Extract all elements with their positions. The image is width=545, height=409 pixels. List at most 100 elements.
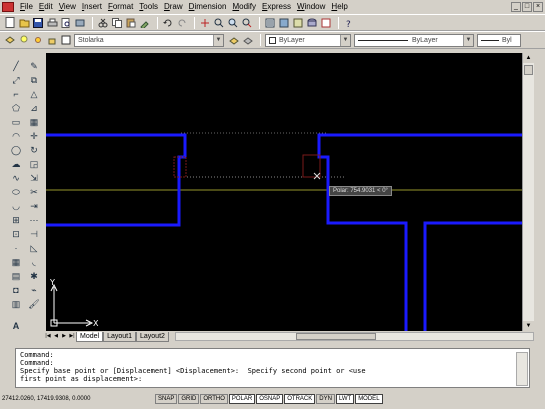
last-tab-icon[interactable]: ▶|: [68, 332, 76, 341]
menu-file[interactable]: File: [17, 0, 36, 14]
menu-help[interactable]: Help: [328, 0, 350, 14]
otrack-toggle[interactable]: OTRACK: [284, 393, 316, 404]
drawing-canvas[interactable]: Y X Polar: 754.9031 < 0°: [46, 53, 522, 331]
copy-object-icon[interactable]: ⧉: [28, 74, 40, 86]
lwt-toggle[interactable]: LWT: [335, 393, 355, 404]
markup-icon[interactable]: [320, 17, 332, 29]
trim-icon[interactable]: ✂: [28, 186, 40, 198]
paste-icon[interactable]: [125, 17, 137, 29]
ortho-toggle[interactable]: ORTHO: [200, 393, 228, 404]
redo-icon[interactable]: [176, 17, 188, 29]
tab-layout2[interactable]: Layout2: [136, 331, 169, 342]
construction-line-icon[interactable]: ⤢: [10, 74, 22, 86]
line-icon[interactable]: ╱: [10, 60, 22, 72]
scroll-up-icon[interactable]: ▲: [523, 53, 534, 63]
fillet-icon[interactable]: ◟: [28, 256, 40, 268]
menu-tools[interactable]: Tools: [136, 0, 161, 14]
ellipse-arc-icon[interactable]: ◡: [10, 200, 22, 212]
preview-icon[interactable]: [60, 17, 72, 29]
zoom-realtime-icon[interactable]: [213, 17, 225, 29]
rectangle-icon[interactable]: ▭: [10, 116, 22, 128]
command-scrollbar[interactable]: [516, 352, 528, 386]
coordinates-readout[interactable]: 27412.0260, 17419.9308, 0.0000: [0, 396, 155, 402]
menu-insert[interactable]: Insert: [79, 0, 105, 14]
revcloud-icon[interactable]: ☁: [10, 158, 22, 170]
grid-toggle[interactable]: GRID: [178, 393, 200, 404]
command-prompt[interactable]: first point as displacement>:: [20, 375, 525, 383]
explode-icon[interactable]: ✱: [28, 270, 40, 282]
spline-icon[interactable]: ∿: [10, 172, 22, 184]
menu-format[interactable]: Format: [105, 0, 136, 14]
menu-draw[interactable]: Draw: [161, 0, 186, 14]
menu-dimension[interactable]: Dimension: [186, 0, 230, 14]
break-icon[interactable]: ⋯: [28, 214, 40, 226]
copy-icon[interactable]: [111, 17, 123, 29]
polar-toggle[interactable]: POLAR: [228, 393, 256, 404]
dbconnect-icon[interactable]: [306, 17, 318, 29]
arc-icon[interactable]: ◠: [10, 130, 22, 142]
vertical-scrollbar[interactable]: ▲ ▼: [522, 53, 534, 331]
toolpalettes-icon[interactable]: [292, 17, 304, 29]
open-icon[interactable]: [18, 17, 30, 29]
scroll-down-icon[interactable]: ▼: [523, 321, 534, 331]
command-window[interactable]: Command: Command: Specify base point or …: [15, 348, 530, 388]
region-icon[interactable]: ◘: [10, 284, 22, 296]
menu-edit[interactable]: Edit: [36, 0, 56, 14]
circle-icon[interactable]: ◯: [10, 144, 22, 156]
make-block-icon[interactable]: ⊡: [10, 228, 22, 240]
make-current-icon[interactable]: [228, 34, 240, 46]
dyn-toggle[interactable]: DYN: [316, 393, 335, 404]
first-tab-icon[interactable]: |◀: [44, 332, 52, 341]
tab-model[interactable]: Model: [76, 331, 104, 342]
close-button[interactable]: ×: [533, 2, 543, 12]
properties-icon[interactable]: [264, 17, 276, 29]
designcenter-icon[interactable]: [278, 17, 290, 29]
rotate-icon[interactable]: ↻: [28, 144, 40, 156]
join-icon[interactable]: ⊣: [28, 228, 40, 240]
offset-icon[interactable]: ⊿: [28, 102, 40, 114]
zoom-previous-icon[interactable]: [241, 17, 253, 29]
extend-icon[interactable]: ⇥: [28, 200, 40, 212]
zoom-window-icon[interactable]: [227, 17, 239, 29]
menu-view[interactable]: View: [56, 0, 79, 14]
color-dropdown[interactable]: ByLayer ▼: [265, 33, 351, 47]
stretch-icon[interactable]: ⇲: [28, 172, 40, 184]
model-toggle[interactable]: MODEL: [355, 393, 383, 404]
help-icon[interactable]: ?: [343, 17, 355, 29]
minimize-button[interactable]: _: [511, 2, 521, 12]
undo-icon[interactable]: [162, 17, 174, 29]
plot-icon[interactable]: [74, 17, 86, 29]
horizontal-scrollbar[interactable]: [174, 332, 534, 341]
print-icon[interactable]: [46, 17, 58, 29]
autocad-app-icon[interactable]: [2, 2, 14, 12]
gradient-icon[interactable]: ▤: [10, 270, 22, 282]
hatch-icon[interactable]: ▦: [10, 256, 22, 268]
multiline-text-icon[interactable]: A: [10, 320, 22, 332]
lineweight-dropdown[interactable]: Byl: [477, 33, 521, 47]
linetype-dropdown[interactable]: ByLayer ▼: [354, 33, 474, 47]
tab-layout1[interactable]: Layout1: [103, 331, 136, 342]
table-icon[interactable]: ▥: [10, 298, 22, 310]
polygon-icon[interactable]: ⬠: [10, 102, 22, 114]
matchprop-icon[interactable]: [139, 17, 151, 29]
snap-toggle[interactable]: SNAP: [155, 393, 178, 404]
layer-manager-icon[interactable]: [4, 34, 16, 46]
osnap-toggle[interactable]: OSNAP: [256, 393, 284, 404]
mirror-icon[interactable]: △: [28, 88, 40, 100]
ellipse-icon[interactable]: ⬭: [10, 186, 22, 198]
prev-tab-icon[interactable]: ◀: [52, 332, 60, 341]
menu-window[interactable]: Window: [294, 0, 328, 14]
point-icon[interactable]: ·: [10, 242, 22, 254]
properties-brush-icon[interactable]: 🖌: [28, 298, 40, 310]
menu-express[interactable]: Express: [259, 0, 294, 14]
scroll-thumb[interactable]: [524, 65, 533, 75]
restore-button[interactable]: □: [522, 2, 532, 12]
erase-icon[interactable]: ✎: [28, 60, 40, 72]
array-icon[interactable]: ▦: [28, 116, 40, 128]
insert-block-icon[interactable]: ⊞: [10, 214, 22, 226]
move-icon[interactable]: ✛: [28, 130, 40, 142]
new-icon[interactable]: [4, 17, 16, 29]
layer-previous-icon[interactable]: [242, 34, 254, 46]
menu-modify[interactable]: Modify: [229, 0, 259, 14]
polyline-icon[interactable]: ⌐: [10, 88, 22, 100]
